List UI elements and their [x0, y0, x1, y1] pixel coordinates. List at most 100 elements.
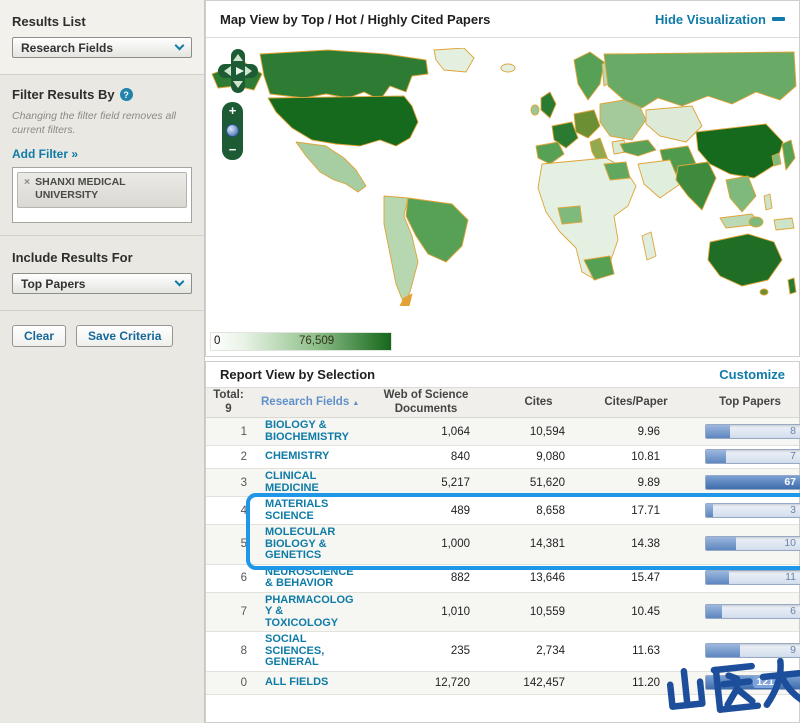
field-link[interactable]: ALL FIELDS	[265, 677, 357, 689]
row-rank: 5	[206, 538, 251, 550]
cites-value: 9,080	[486, 451, 591, 463]
world-map[interactable]	[208, 48, 798, 306]
top-papers-value: 11	[785, 571, 796, 583]
sort-asc-icon: ▲	[352, 400, 359, 407]
include-results-section: Include Results For Top Papers	[0, 235, 204, 310]
zoom-out-icon[interactable]: −	[229, 143, 237, 156]
column-header-research-fields[interactable]: Research Fields ▲	[251, 396, 366, 409]
sidebar: Results List Research Fields Filter Resu…	[0, 0, 205, 723]
top-papers-bar	[705, 643, 800, 658]
chevron-down-icon	[175, 277, 185, 287]
cites-value: 51,620	[486, 477, 591, 489]
docs-value: 840	[366, 451, 486, 463]
field-link[interactable]: PHARMACOLOGY & TOXICOLOGY	[265, 595, 357, 630]
row-rank: 0	[206, 677, 251, 689]
cites-per-paper-value: 17.71	[591, 505, 701, 517]
cites-value: 13,646	[486, 572, 591, 584]
top-papers-bar-fill	[706, 605, 722, 618]
table-row: 7PHARMACOLOGY & TOXICOLOGY1,01010,55910.…	[206, 593, 799, 633]
zoom-in-icon[interactable]: +	[229, 104, 237, 117]
cites-per-paper-value: 10.45	[591, 606, 701, 618]
field-link[interactable]: MATERIALS SCIENCE	[265, 499, 357, 522]
top-papers-value: 6	[790, 605, 796, 617]
cites-value: 142,457	[486, 677, 591, 689]
add-filter-link[interactable]: Add Filter »	[12, 147, 78, 161]
row-rank: 1	[206, 426, 251, 438]
table-row: 2CHEMISTRY8409,08010.817	[206, 446, 799, 469]
legend-max: 76,509	[299, 335, 334, 347]
results-list-dropdown-value: Research Fields	[21, 41, 113, 55]
docs-value: 5,217	[366, 477, 486, 489]
report-title: Report View by Selection	[220, 367, 375, 382]
cites-value: 14,381	[486, 538, 591, 550]
help-icon[interactable]: ?	[120, 88, 133, 101]
results-list-dropdown[interactable]: Research Fields	[12, 37, 192, 58]
top-papers-value: 7	[790, 450, 796, 462]
docs-value: 12,720	[366, 677, 486, 689]
table-header: Total: 9 Research Fields ▲ Web of Scienc…	[206, 388, 799, 418]
column-header-cites[interactable]: Cites	[486, 396, 591, 409]
report-panel: Report View by Selection Customize Total…	[205, 361, 800, 723]
column-header-documents[interactable]: Web of Science Documents	[366, 389, 486, 415]
top-papers-value: 8	[790, 425, 796, 437]
table-body: 1 BIOLOGY & BIOCHEMISTRY 1,06410,5949.96 8 2…	[206, 418, 799, 695]
hide-visualization-link[interactable]: Hide Visualization	[655, 12, 785, 27]
table-row: 0ALL FIELDS12,720142,45711.20121	[206, 672, 799, 695]
hide-visualization-label: Hide Visualization	[655, 12, 766, 27]
customize-link[interactable]: Customize	[719, 367, 785, 382]
field-link[interactable]: MOLECULAR BIOLOGY & GENETICS	[265, 527, 357, 562]
field-link[interactable]: NEUROSCIENCE & BEHAVIOR	[265, 567, 357, 590]
docs-value: 1,064	[366, 426, 486, 438]
column-header-top-papers[interactable]: Top Papers	[701, 396, 799, 409]
top-papers-bar	[705, 424, 800, 439]
top-papers-value: 67	[784, 476, 796, 488]
column-header-cites-per-paper[interactable]: Cites/Paper	[591, 396, 701, 409]
save-criteria-button[interactable]: Save Criteria	[76, 325, 173, 347]
docs-value: 1,010	[366, 606, 486, 618]
main-content: Map View by Top / Hot / Highly Cited Pap…	[205, 0, 800, 723]
filter-tag-label: SHANXI MEDICAL UNIVERSITY	[35, 176, 180, 202]
clear-button[interactable]: Clear	[12, 325, 66, 347]
field-link[interactable]: CLINICAL MEDICINE	[265, 471, 357, 494]
top-papers-value: 10	[784, 537, 796, 549]
filter-note: Changing the filter field removes all cu…	[12, 110, 192, 137]
top-papers-bar	[705, 503, 800, 518]
total-header: Total: 9	[206, 389, 251, 415]
field-link[interactable]: CHEMISTRY	[265, 451, 357, 463]
results-list-section: Results List Research Fields	[0, 0, 204, 75]
map-zoom-control[interactable]: + −	[222, 102, 243, 160]
cites-per-paper-value: 14.38	[591, 538, 701, 550]
cites-per-paper-value: 15.47	[591, 572, 701, 584]
globe-icon[interactable]	[226, 124, 239, 137]
field-link[interactable]: SOCIAL SCIENCES, GENERAL	[265, 634, 357, 669]
filter-tag: × SHANXI MEDICAL UNIVERSITY	[17, 172, 187, 207]
map-pan-control[interactable]	[218, 48, 258, 94]
top-papers-bar	[705, 449, 800, 464]
results-list-title: Results List	[12, 14, 192, 29]
row-rank: 8	[206, 645, 251, 657]
top-papers-value: 121	[753, 676, 777, 688]
map-title: Map View by Top / Hot / Highly Cited Pap…	[220, 12, 490, 27]
table-row: 3CLINICAL MEDICINE5,21751,6209.8967	[206, 469, 799, 497]
filter-title: Filter Results By ?	[12, 87, 192, 102]
cites-per-paper-value: 9.89	[591, 477, 701, 489]
remove-filter-icon[interactable]: ×	[24, 176, 30, 202]
cites-value: 2,734	[486, 645, 591, 657]
field-link[interactable]: BIOLOGY & BIOCHEMISTRY	[265, 420, 357, 443]
cites-value: 10,594	[486, 426, 591, 438]
top-papers-value: 3	[790, 504, 796, 516]
map-panel: Map View by Top / Hot / Highly Cited Pap…	[205, 0, 800, 357]
cites-per-paper-value: 11.63	[591, 645, 701, 657]
include-results-dropdown-value: Top Papers	[21, 277, 85, 291]
table-row: 4MATERIALS SCIENCE4898,65817.713	[206, 497, 799, 525]
cites-value: 8,658	[486, 505, 591, 517]
cites-per-paper-value: 9.96	[591, 426, 701, 438]
table-row: 1 BIOLOGY & BIOCHEMISTRY 1,06410,5949.96 8	[206, 418, 799, 446]
table-row: 5MOLECULAR BIOLOGY & GENETICS1,00014,381…	[206, 525, 799, 565]
active-filters-box: × SHANXI MEDICAL UNIVERSITY	[12, 167, 192, 223]
minus-icon	[772, 17, 785, 21]
total-value: 9	[225, 403, 231, 415]
chevron-down-icon	[175, 41, 185, 51]
include-results-dropdown[interactable]: Top Papers	[12, 273, 192, 294]
top-papers-bar-fill	[706, 571, 729, 584]
